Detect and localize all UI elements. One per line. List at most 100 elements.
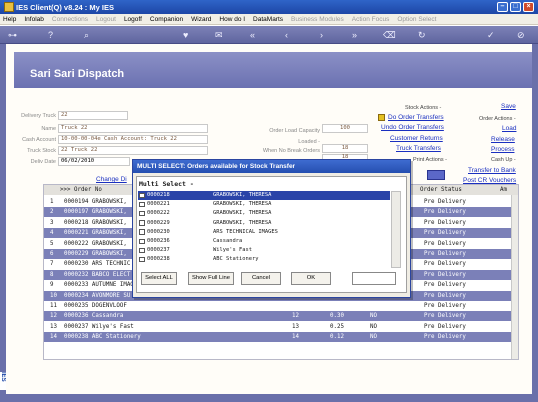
stock-actions-label: Stock Actions -: [405, 105, 442, 111]
list-item[interactable]: 0000236 Cassandra: [138, 237, 390, 246]
delivery-truck-label: Delivery Truck: [21, 113, 56, 119]
row-number: 7: [50, 261, 54, 268]
grid-scrollbar[interactable]: [511, 195, 518, 359]
trash-icon[interactable]: ⌫: [383, 30, 396, 40]
truck-stock-field[interactable]: 22 Truck 22: [58, 146, 208, 155]
item-name: GRABOWSKI, THERESA: [213, 192, 272, 198]
minimize-button[interactable]: –: [497, 2, 508, 12]
ok-button[interactable]: OK: [291, 272, 331, 285]
table-row[interactable]: 12 0000236 Cassandra 12 0.30 NO Pre Delivery: [44, 311, 518, 322]
table-row[interactable]: 14 0000238 ABC Stationery 14 0.12 NO Pre Deli…: [44, 332, 518, 343]
do-order-transfers-link[interactable]: Do Order Transfers: [388, 114, 444, 121]
check-icon[interactable]: ✓: [487, 30, 495, 40]
menu-item-logout: Logout: [96, 16, 116, 23]
list-item[interactable]: 0000229 GRABOWSKI, THERESA: [138, 219, 390, 228]
menu-item-how-do-i[interactable]: How do I: [219, 14, 245, 24]
rewind-icon[interactable]: «: [250, 30, 255, 40]
select-all-button[interactable]: Select ALL: [141, 272, 177, 285]
menu-item-help[interactable]: Help: [3, 14, 16, 24]
cancel-button[interactable]: Cancel: [241, 272, 281, 285]
item-checkbox[interactable]: [139, 247, 145, 254]
mail-icon[interactable]: ✉: [215, 30, 223, 40]
item-code: 0000218: [147, 192, 170, 198]
transfer-to-bank-link[interactable]: Transfer to Bank: [468, 167, 516, 174]
print-actions-label: Print Actions -: [413, 157, 447, 163]
order-actions-label: Order Actions -: [479, 116, 516, 122]
release-link[interactable]: Release: [491, 136, 515, 143]
row-number: 10: [50, 292, 57, 299]
menu-item-logoff[interactable]: Logoff: [124, 14, 142, 24]
item-checkbox[interactable]: [139, 256, 145, 263]
undo-order-transfers-link[interactable]: Undo Order Transfers: [381, 124, 444, 131]
orders-list[interactable]: 0000218 GRABOWSKI, THERESA 0000221 GRABOWSK…: [138, 191, 390, 268]
refresh-icon[interactable]: ↻: [418, 30, 426, 40]
when-no-break-field[interactable]: 18: [322, 144, 368, 153]
menu-item-datamarts[interactable]: DataMarts: [253, 14, 283, 24]
post-cr-vouchers-link[interactable]: Post CR Vouchers: [463, 177, 516, 184]
item-code: 0000236: [147, 238, 170, 244]
list-item[interactable]: 0000230 ARS TECHNICAL IMAGES: [138, 228, 390, 237]
menu-item-wizard[interactable]: Wizard: [191, 14, 211, 24]
search-icon[interactable]: ⌕: [84, 30, 89, 40]
order-cell: 0000234 AVONMORE SU: [64, 292, 131, 299]
deliv-date-label: Deliv Date: [30, 159, 56, 165]
row-number: 9: [50, 282, 54, 289]
item-code: 0000221: [147, 201, 170, 208]
menu-item-infolab[interactable]: Infolab: [24, 14, 44, 24]
back-icon[interactable]: ‹: [285, 30, 288, 40]
list-item[interactable]: 0000222 GRABOWSKI, THERESA: [138, 209, 390, 218]
item-checkbox[interactable]: [139, 229, 145, 235]
row-number: 6: [50, 251, 54, 257]
item-checkbox[interactable]: [139, 238, 145, 244]
list-scrollbar[interactable]: [391, 191, 401, 268]
change-date-link[interactable]: Change Di: [96, 176, 127, 183]
delivery-truck-field[interactable]: 22: [58, 111, 128, 120]
load-link[interactable]: Load: [502, 125, 516, 132]
header-order-status: Order Status: [420, 187, 462, 193]
menu-item-connections: Connections: [51, 16, 89, 23]
header-amount: Am: [500, 187, 507, 193]
table-row[interactable]: 13 0000237 Wilye's Fast 13 0.25 NO Pre Delive…: [44, 322, 518, 332]
item-checkbox[interactable]: [139, 210, 145, 217]
maximize-button[interactable]: □: [510, 2, 521, 12]
order-cell: 0000222 GRABOWSKI,: [64, 240, 127, 247]
order-cell: 0000194 GRABOWSKI,: [64, 199, 127, 205]
right-border: [532, 44, 538, 402]
process-link[interactable]: Process: [491, 146, 514, 153]
customer-returns-link[interactable]: Customer Returns: [390, 135, 443, 142]
when-no-break-label: When No Break Orders: [262, 148, 320, 154]
cash-account-field[interactable]: 10-00-00-04e Cash Account: Truck 22: [58, 135, 208, 144]
fast-forward-icon[interactable]: »: [352, 30, 357, 40]
menu-item-companion[interactable]: Companion: [150, 14, 183, 24]
save-link[interactable]: Save: [501, 103, 516, 110]
printer-icon[interactable]: [427, 170, 445, 180]
truck-transfers-link[interactable]: Truck Transfers: [396, 145, 441, 152]
help-icon[interactable]: ?: [48, 30, 53, 40]
dialog-input[interactable]: [352, 272, 396, 285]
qty-cell: 13: [292, 323, 299, 330]
header-order-no: >>> Order No: [60, 187, 102, 193]
forward-icon[interactable]: ›: [320, 30, 323, 40]
list-item[interactable]: 0000237 Wilye's Fast: [138, 246, 390, 255]
key-icon[interactable]: ⊶: [8, 30, 17, 40]
show-full-line-button[interactable]: Show Full Line: [188, 272, 234, 285]
order-cell: 0000229 GRABOWSKI,: [64, 251, 127, 257]
order-load-capacity-field[interactable]: 100: [322, 124, 368, 133]
status-cell: Pre Delivery: [424, 303, 466, 309]
item-checkbox[interactable]: [139, 192, 145, 198]
list-item[interactable]: 0000218 GRABOWSKI, THERESA: [138, 191, 390, 200]
order-cell: 0000235 DOGENVLOOF: [64, 303, 127, 309]
list-item[interactable]: 0000221 GRABOWSKI, THERESA: [138, 200, 390, 209]
name-field[interactable]: Truck 22: [58, 124, 208, 133]
list-item[interactable]: 0000238 ABC Stationery: [138, 255, 390, 264]
close-button[interactable]: ×: [523, 2, 534, 12]
order-cell: 0000218 GRABOWSKI,: [64, 219, 127, 226]
item-checkbox[interactable]: [139, 201, 145, 208]
item-checkbox[interactable]: [139, 220, 145, 226]
deliv-date-field[interactable]: 06/02/2010: [58, 157, 130, 166]
cancel-icon[interactable]: ⊘: [517, 30, 525, 40]
app-icon: [4, 2, 14, 12]
table-row[interactable]: 11 0000235 DOGENVLOOF Pre Delivery: [44, 301, 518, 311]
heart-icon[interactable]: ♥: [183, 30, 188, 40]
cash-up-label: Cash Up -: [491, 157, 516, 163]
